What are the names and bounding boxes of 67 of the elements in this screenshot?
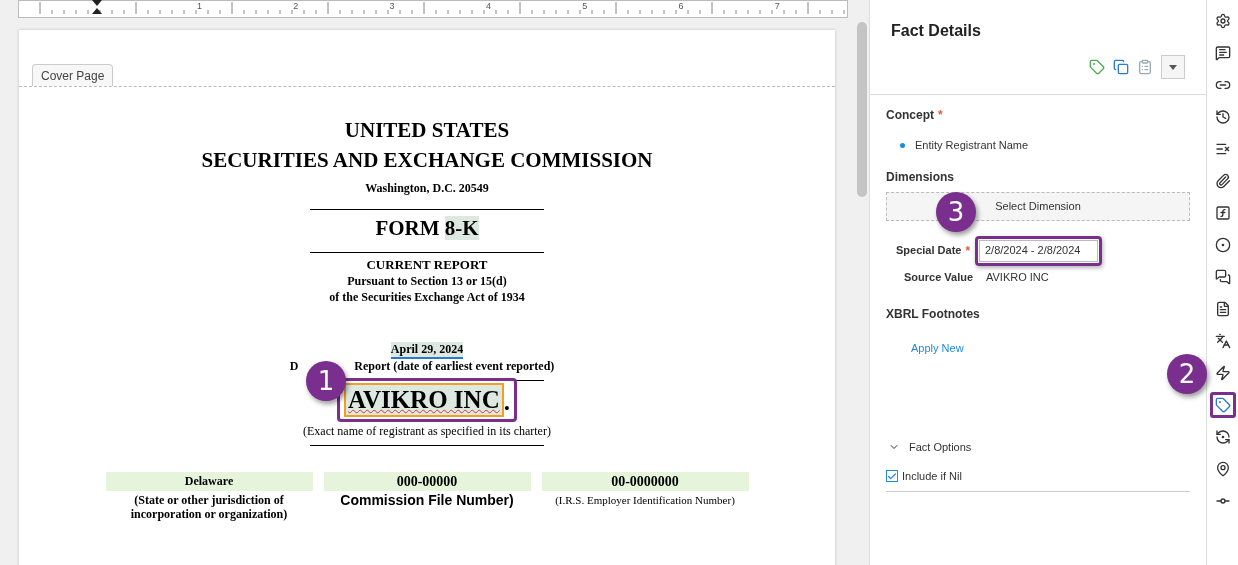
include-if-nil-checkbox[interactable]: Include if Nil <box>886 468 962 485</box>
checkmark-icon <box>887 470 897 482</box>
id-field-value: Delaware <box>105 472 313 491</box>
section-tab[interactable]: Cover Page <box>32 64 114 86</box>
ruler-number: 2 <box>293 0 299 12</box>
paperclip-icon <box>1214 173 1231 189</box>
callout-badge: 3 <box>936 192 976 232</box>
report-date-caption: D <box>289 359 299 374</box>
registrant-period: . <box>503 387 510 417</box>
field-label: Special Date * <box>896 242 972 260</box>
registrant-name[interactable]: AVIKRO INC <box>344 383 504 417</box>
ruler-number: 6 <box>678 0 684 12</box>
section-label: XBRL Footnotes <box>886 306 981 323</box>
id-field-value: 000-00000 <box>323 472 531 491</box>
callout-badge: 1 <box>306 361 346 401</box>
date-field[interactable]: 2/8/2024 - 2/8/2024 <box>979 239 1098 262</box>
id-field-caption: (State or other jurisdiction of incorporation or organization) <box>129 493 289 521</box>
ruler-number: 3 <box>389 0 395 12</box>
report-line: of the Securities Exchange Act of 1934 <box>329 289 525 305</box>
document-title: SECURITIES AND EXCHANGE COMMISSION <box>201 147 653 174</box>
comment-icon <box>1214 45 1231 61</box>
fact-options-toggle[interactable]: Fact Options <box>886 438 972 455</box>
rail-tag-button[interactable] <box>1209 392 1236 418</box>
caret-icon <box>1169 64 1177 70</box>
report-line: CURRENT REPORT <box>366 257 488 273</box>
add-tag-icon[interactable] <box>1089 59 1105 75</box>
translate-icon <box>1214 333 1231 349</box>
comments-icon <box>1214 269 1231 285</box>
field-label: Source Value <box>904 269 975 285</box>
lightning-icon <box>1214 365 1231 381</box>
form-title: FORM 8-K <box>375 215 479 242</box>
history-icon <box>1214 109 1231 125</box>
dropdown-button[interactable] <box>1161 55 1185 79</box>
map-pin-icon <box>1214 461 1231 477</box>
document-title: UNITED STATES <box>344 117 510 144</box>
id-field-value: 00-0000000 <box>541 472 749 491</box>
ruler-number: 5 <box>582 0 588 12</box>
required-asterisk: * <box>965 243 971 258</box>
gear-icon <box>1214 13 1231 29</box>
document-address: Washington, D.C. 20549 <box>365 180 489 197</box>
bullet-icon <box>900 142 905 148</box>
id-field-caption: Commission File Number) <box>340 493 514 507</box>
refresh-icon <box>1214 429 1231 445</box>
ruler-number: 1 <box>197 0 202 12</box>
section-label: Dimensions <box>886 168 955 186</box>
report-date: April 29, 2024 <box>390 342 464 359</box>
clipboard-icon[interactable] <box>1137 59 1153 75</box>
apply-new-link[interactable]: Apply New <box>911 340 964 357</box>
list-cross-icon <box>1214 141 1231 157</box>
ruler-number: 7 <box>774 0 780 12</box>
tag-icon <box>1214 397 1231 413</box>
report-date-caption: Report (date of earliest event reported) <box>354 359 555 374</box>
id-field-caption: (I.R.S. Employer Identification Number) <box>555 493 735 507</box>
document-icon <box>1214 301 1231 317</box>
function-icon <box>1214 205 1231 221</box>
report-line: Pursuant to Section 13 or 15(d) <box>347 273 507 289</box>
source-value: AVIKRO INC <box>986 269 1049 285</box>
circle-dot-icon <box>1214 237 1231 253</box>
concept-name: Entity Registrant Name <box>915 138 1029 153</box>
registrant-caption: (Exact name of registrant as specified in its charter) <box>303 424 551 439</box>
required-asterisk: * <box>938 108 943 122</box>
copy-icon[interactable] <box>1113 59 1129 75</box>
section-label: Concept * <box>886 107 944 124</box>
ruler-number: 4 <box>485 0 491 12</box>
scrollbar-thumb[interactable] <box>857 22 867 197</box>
indent-marker-icon[interactable] <box>92 0 102 14</box>
panel-title: Fact Details <box>891 21 982 41</box>
